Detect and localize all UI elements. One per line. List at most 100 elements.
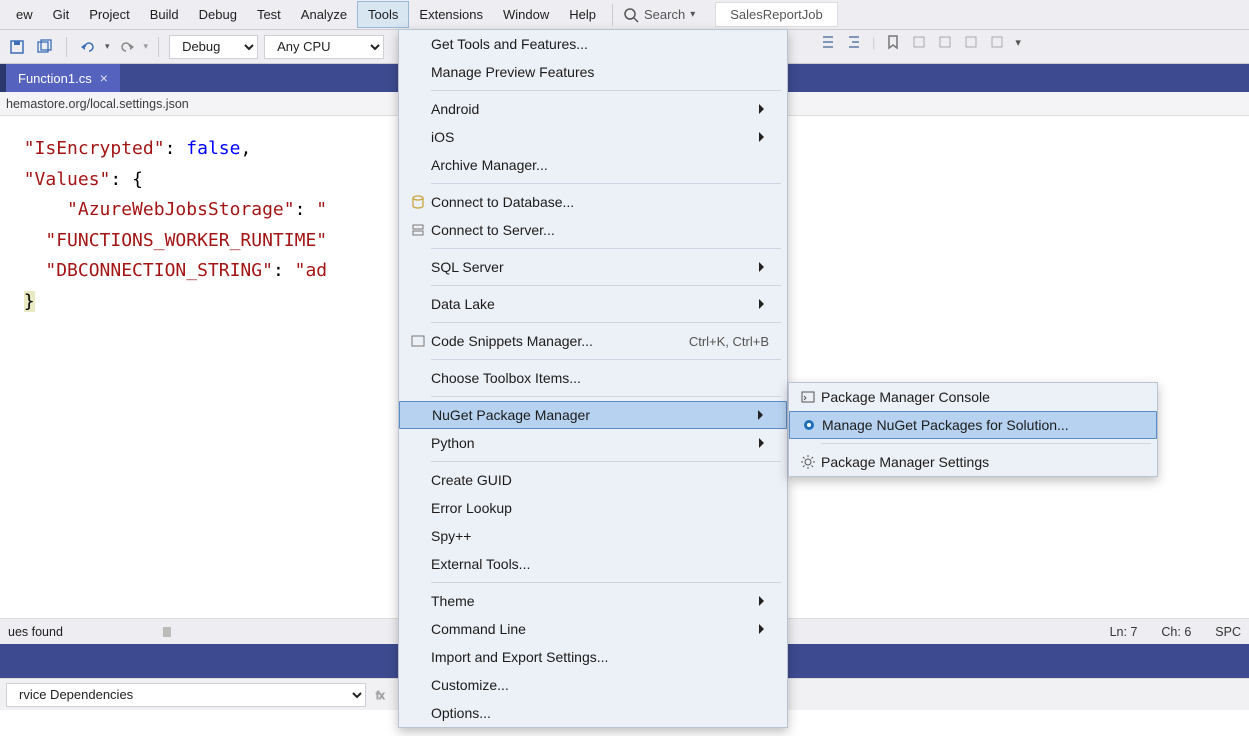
menu-separator — [431, 582, 781, 583]
document-tab-title: Function1.cs — [18, 71, 92, 86]
close-icon[interactable]: × — [100, 70, 108, 86]
menu-git[interactable]: Git — [43, 2, 80, 27]
indent-left-icon[interactable] — [820, 34, 836, 50]
menu-item-label: Import and Export Settings... — [431, 649, 769, 665]
menu-item-label: SQL Server — [431, 259, 747, 275]
menu-separator — [431, 285, 781, 286]
menu-item-label: Command Line — [431, 621, 747, 637]
undo-icon[interactable] — [77, 36, 99, 58]
svg-text:fx: fx — [376, 690, 385, 702]
menu-build[interactable]: Build — [140, 2, 189, 27]
menu-separator — [431, 248, 781, 249]
menu-item[interactable]: Package Manager Settings — [789, 448, 1157, 476]
scroll-thumb[interactable] — [163, 627, 171, 637]
menu-item[interactable]: Connect to Server... — [399, 216, 787, 244]
bookmark-folder-icon[interactable] — [989, 34, 1005, 50]
menu-project[interactable]: Project — [79, 2, 139, 27]
save-icon[interactable] — [6, 36, 28, 58]
menu-item-label: Package Manager Settings — [821, 454, 1139, 470]
bookmark-next-icon[interactable] — [937, 34, 953, 50]
menu-item[interactable]: Create GUID — [399, 466, 787, 494]
menu-item-label: Android — [431, 101, 747, 117]
menu-item-label: Archive Manager... — [431, 157, 769, 173]
configuration-select[interactable]: Debug — [169, 35, 258, 59]
menu-item[interactable]: SQL Server — [399, 253, 787, 281]
redo-icon[interactable] — [116, 36, 138, 58]
menu-item-label: Theme — [431, 593, 747, 609]
json-key: "IsEncrypted" — [24, 138, 165, 159]
indent-right-icon[interactable] — [846, 34, 862, 50]
nuget-submenu: Package Manager Console Manage NuGet Pack… — [788, 382, 1158, 477]
menu-item-label: Package Manager Console — [821, 389, 1139, 405]
menu-item-label: Options... — [431, 705, 769, 721]
function-icon[interactable]: fx — [374, 687, 390, 703]
menu-item[interactable]: Get Tools and Features... — [399, 30, 787, 58]
chevron-down-icon[interactable]: ▾ — [144, 41, 149, 52]
search-label: Search — [644, 7, 685, 22]
menu-item[interactable]: Error Lookup — [399, 494, 787, 522]
json-value: "ad — [295, 260, 328, 281]
solution-name[interactable]: SalesReportJob — [715, 2, 838, 27]
menu-item[interactable]: Connect to Database... — [399, 188, 787, 216]
menu-separator — [431, 90, 781, 91]
menu-item-label: NuGet Package Manager — [432, 407, 746, 423]
menu-item[interactable]: Python — [399, 429, 787, 457]
document-tab[interactable]: Function1.cs × — [6, 64, 120, 92]
menu-separator — [431, 396, 781, 397]
issues-text: ues found — [8, 625, 63, 639]
menu-item[interactable]: iOS — [399, 123, 787, 151]
json-value: " — [316, 199, 327, 220]
menu-item[interactable]: Theme — [399, 587, 787, 615]
menu-item[interactable]: External Tools... — [399, 550, 787, 578]
menu-item[interactable]: Spy++ — [399, 522, 787, 550]
menu-analyze[interactable]: Analyze — [291, 2, 357, 27]
menu-item-label: Manage Preview Features — [431, 64, 769, 80]
toolbar-right-group: | ▾ — [820, 34, 1021, 50]
bookmark-clear-icon[interactable] — [963, 34, 979, 50]
menu-item-label: Get Tools and Features... — [431, 36, 769, 52]
save-all-icon[interactable] — [34, 36, 56, 58]
menu-item[interactable]: Customize... — [399, 671, 787, 699]
menu-item[interactable]: Command Line — [399, 615, 787, 643]
menu-item[interactable]: Options... — [399, 699, 787, 727]
menu-debug[interactable]: Debug — [189, 2, 247, 27]
menubar: ew Git Project Build Debug Test Analyze … — [0, 0, 1249, 30]
overflow-icon[interactable]: ▾ — [1015, 36, 1021, 49]
chevron-down-icon[interactable]: ▾ — [105, 41, 110, 52]
menu-item-label: Customize... — [431, 677, 769, 693]
menu-item-label: Error Lookup — [431, 500, 769, 516]
menu-test[interactable]: Test — [247, 2, 291, 27]
dependency-combo[interactable]: rvice Dependencies — [6, 683, 366, 707]
menu-separator — [431, 183, 781, 184]
menu-separator — [431, 461, 781, 462]
platform-select[interactable]: Any CPU — [264, 35, 384, 59]
menu-item-label: Create GUID — [431, 472, 769, 488]
menu-separator — [431, 359, 781, 360]
db-icon — [405, 194, 431, 210]
status-ln: Ln: 7 — [1110, 625, 1138, 639]
menu-item-label: Connect to Server... — [431, 222, 769, 238]
menu-help[interactable]: Help — [559, 2, 606, 27]
menu-item[interactable]: Code Snippets Manager...Ctrl+K, Ctrl+B — [399, 327, 787, 355]
menu-item[interactable]: Manage Preview Features — [399, 58, 787, 86]
bookmark-prev-icon[interactable] — [911, 34, 927, 50]
search-icon — [623, 7, 639, 23]
menu-item[interactable]: Data Lake — [399, 290, 787, 318]
menu-item-label: External Tools... — [431, 556, 769, 572]
menu-item[interactable]: Import and Export Settings... — [399, 643, 787, 671]
menu-shortcut: Ctrl+K, Ctrl+B — [689, 334, 769, 349]
menu-extensions[interactable]: Extensions — [409, 2, 493, 27]
menu-item[interactable]: Android — [399, 95, 787, 123]
menu-view[interactable]: ew — [6, 2, 43, 27]
tools-menu: Get Tools and Features... Manage Preview … — [398, 29, 788, 728]
menu-item[interactable]: NuGet Package Manager — [399, 401, 787, 429]
menu-window[interactable]: Window — [493, 2, 559, 27]
schema-url: hemastore.org/local.settings.json — [6, 97, 189, 111]
menu-item[interactable]: Package Manager Console — [789, 383, 1157, 411]
menu-item[interactable]: Choose Toolbox Items... — [399, 364, 787, 392]
quick-search[interactable]: Search ▾ — [612, 4, 705, 26]
menu-tools[interactable]: Tools — [357, 1, 409, 28]
menu-item[interactable]: Archive Manager... — [399, 151, 787, 179]
menu-item[interactable]: Manage NuGet Packages for Solution... — [789, 411, 1157, 439]
bookmark-icon[interactable] — [885, 34, 901, 50]
